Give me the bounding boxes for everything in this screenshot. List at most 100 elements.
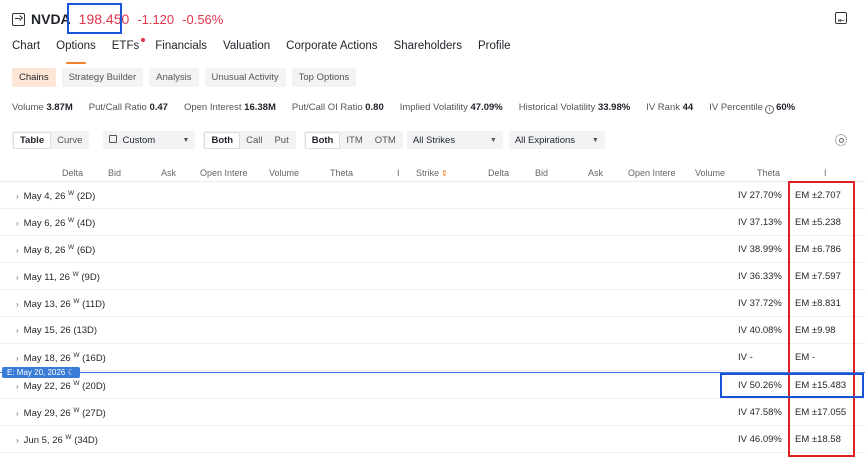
col-call-ask[interactable]: Ask: [161, 168, 176, 178]
expiration-row[interactable]: › May 6, 26 W (4D) IV 37.13% EM ±5.238: [0, 209, 865, 236]
col-call-open-interest[interactable]: Open Intere: [200, 168, 248, 178]
tab-etfs-label: ETFs: [111, 40, 140, 52]
side-call-button[interactable]: Call: [240, 133, 268, 148]
expiration-row[interactable]: › May 4, 26 W (2D) IV 27.70% EM ±2.707: [0, 182, 865, 209]
tab-financials[interactable]: Financials: [155, 40, 207, 58]
moneyness-both-button[interactable]: Both: [304, 131, 341, 149]
expirations-label: All Expirations: [514, 134, 576, 146]
tab-corporate-actions[interactable]: Corporate Actions: [286, 40, 377, 58]
tab-chart[interactable]: Chart: [12, 40, 40, 58]
options-stats: Volume 3.87M Put/Call Ratio 0.47 Open In…: [12, 102, 811, 114]
stat-value: 0.80: [365, 102, 384, 113]
expiration-row[interactable]: › May 13, 26 W (11D) IV 37.72% EM ±8.831: [0, 290, 865, 317]
view-curve-button[interactable]: Curve: [51, 133, 88, 148]
chevron-right-icon: ›: [16, 219, 19, 229]
view-table-button[interactable]: Table: [13, 131, 52, 149]
expiration-row[interactable]: › Jun 5, 26 W (34D) IV 46.09% EM ±18.58: [0, 426, 865, 453]
col-put-open-interest[interactable]: Open Intere: [628, 168, 676, 178]
expiration-row[interactable]: › May 29, 26 W (27D) IV 47.58% EM ±17.055: [0, 399, 865, 426]
days-to-expiry: (13D): [73, 325, 98, 336]
weekly-badge: W: [68, 217, 75, 224]
days-to-expiry: (6D): [76, 245, 96, 257]
stat-label: Historical Volatility: [518, 102, 596, 113]
stat-label: Put/Call Ratio: [88, 102, 147, 113]
stat-iv-rank: IV Rank 44: [646, 102, 693, 114]
strikes-dropdown[interactable]: All Strikes ▼: [406, 131, 503, 149]
col-call-iv[interactable]: I: [397, 168, 400, 178]
subtab-top-options[interactable]: Top Options: [291, 68, 357, 87]
custom-date-dropdown[interactable]: Custom ▼: [103, 131, 196, 149]
moneyness-itm-button[interactable]: ITM: [340, 133, 368, 148]
weekly-badge: W: [73, 380, 80, 387]
weekly-badge: W: [68, 190, 75, 197]
subtab-analysis[interactable]: Analysis: [149, 68, 199, 87]
subtab-strategy-builder[interactable]: Strategy Builder: [61, 68, 144, 87]
stat-put-call-oi-ratio: Put/Call OI Ratio 0.80: [292, 102, 384, 114]
expiration-row[interactable]: › May 11, 26 W (9D) IV 36.33% EM ±7.597: [0, 263, 865, 290]
chevron-right-icon: ›: [16, 192, 19, 202]
settings-gear-icon[interactable]: [835, 134, 847, 146]
expiration-date: May 29, 26: [23, 408, 71, 420]
col-put-ask[interactable]: Ask: [588, 168, 603, 178]
expiration-label: › May 11, 26 W (9D): [16, 271, 100, 283]
expiration-date: May 4, 26: [23, 191, 66, 203]
expirations-dropdown[interactable]: All Expirations ▼: [508, 131, 605, 149]
expiration-label: › May 6, 26 W (4D): [16, 217, 95, 229]
expiration-iv: IV 37.13%: [738, 217, 782, 228]
subtab-unusual-activity[interactable]: Unusual Activity: [204, 68, 286, 87]
moneyness-otm-button[interactable]: OTM: [369, 133, 402, 148]
days-to-expiry: (2D): [76, 191, 96, 203]
col-put-theta[interactable]: Theta: [757, 168, 780, 178]
collapse-icon[interactable]: ⇤: [835, 12, 847, 25]
chain-table-header: Delta Bid Ask Open Intere Volume Theta I…: [0, 162, 865, 182]
stat-put-call-ratio: Put/Call Ratio 0.47: [89, 102, 168, 114]
expiration-date: May 22, 26: [23, 381, 71, 393]
days-to-expiry: (4D): [76, 218, 96, 230]
caret-down-icon: ▼: [591, 136, 599, 144]
chevron-right-icon: ›: [16, 382, 19, 392]
chevron-right-icon: ›: [16, 326, 19, 335]
col-strike-label: Strike: [416, 168, 440, 178]
side-put-button[interactable]: Put: [268, 133, 294, 148]
expiration-iv: IV 38.99%: [738, 244, 782, 255]
tab-options[interactable]: Options: [56, 40, 96, 64]
view-toggle: Table Curve: [12, 131, 90, 149]
expiration-date: May 18, 26: [23, 353, 71, 365]
col-put-volume[interactable]: Volume: [695, 168, 725, 178]
chevron-right-icon: ›: [16, 409, 19, 419]
col-call-volume[interactable]: Volume: [269, 168, 299, 178]
caret-down-icon: ▼: [182, 136, 190, 144]
col-strike[interactable]: Strike ⇕: [416, 168, 448, 178]
tab-shareholders[interactable]: Shareholders: [394, 40, 462, 58]
days-to-expiry: (27D): [82, 408, 106, 420]
col-call-theta[interactable]: Theta: [330, 168, 353, 178]
options-subtabs: Chains Strategy Builder Analysis Unusual…: [12, 68, 362, 87]
expiration-label: › May 29, 26 W (27D): [16, 407, 106, 419]
price-change-pct: -0.56%: [182, 11, 224, 27]
expiration-label: › Jun 5, 26 W (34D): [16, 434, 98, 446]
chevron-right-icon: ›: [16, 300, 19, 310]
col-call-delta[interactable]: Delta: [62, 168, 83, 178]
chevron-right-icon: ›: [16, 246, 19, 256]
expiration-row[interactable]: › May 15, 26 (13D) IV 40.08% EM ±9.98: [0, 317, 865, 344]
back-icon[interactable]: [12, 12, 25, 26]
col-put-bid[interactable]: Bid: [535, 168, 548, 178]
tab-etfs[interactable]: ETFs: [111, 38, 146, 58]
expiration-iv: IV 36.33%: [738, 271, 782, 282]
col-put-delta[interactable]: Delta: [488, 168, 509, 178]
expiration-row[interactable]: › May 8, 26 W (6D) IV 38.99% EM ±6.786: [0, 236, 865, 263]
price-highlight-box: [67, 3, 122, 34]
tab-profile[interactable]: Profile: [478, 40, 511, 58]
subtab-chains[interactable]: Chains: [12, 68, 56, 87]
chevron-right-icon: ›: [16, 436, 19, 446]
col-call-bid[interactable]: Bid: [108, 168, 121, 178]
info-icon[interactable]: i: [765, 105, 775, 114]
tab-valuation[interactable]: Valuation: [223, 40, 270, 58]
weekly-badge: W: [73, 352, 80, 359]
stat-label: Implied Volatility: [399, 102, 468, 113]
col-put-iv[interactable]: I: [824, 168, 827, 178]
weekly-badge: W: [65, 434, 72, 441]
side-both-button[interactable]: Both: [204, 131, 241, 149]
expiration-row[interactable]: › May 18, 26 W (16D) IV - EM -: [0, 344, 865, 371]
chain-filters: Table Curve Custom ▼ Both Call Put Both …: [12, 131, 605, 149]
